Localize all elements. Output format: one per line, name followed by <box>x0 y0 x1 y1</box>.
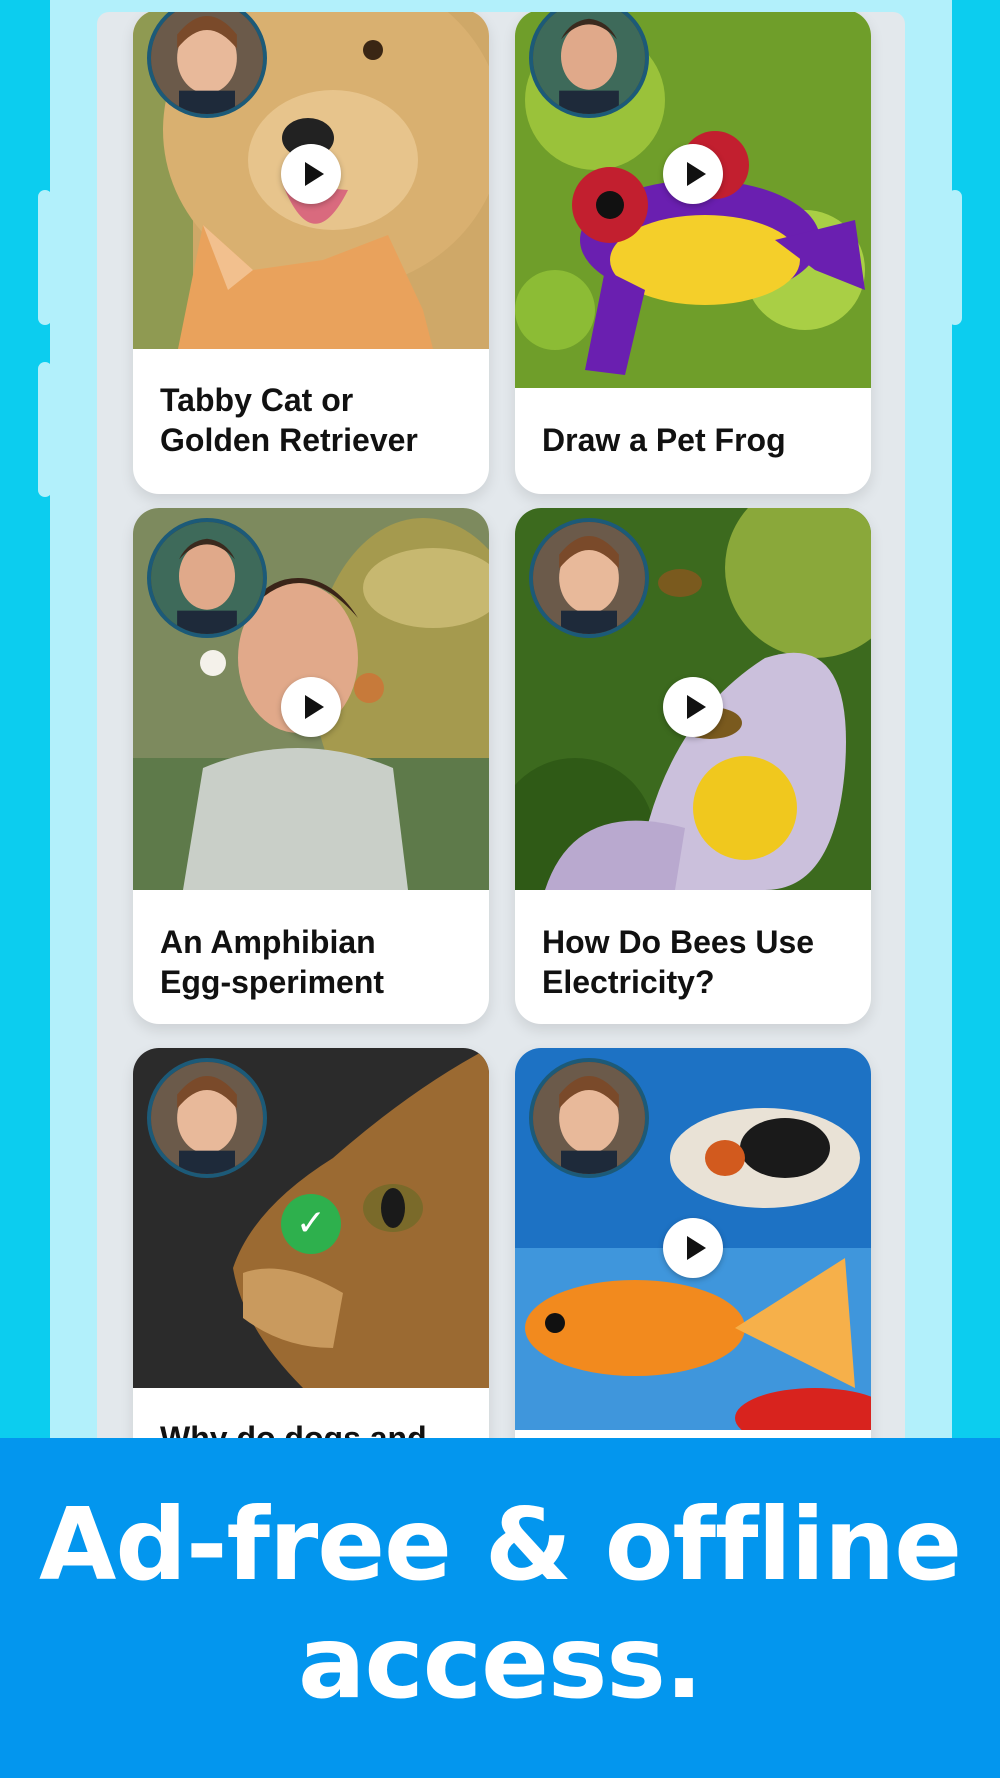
video-title: Draw a Pet Frog <box>542 422 786 458</box>
video-card[interactable]: An Amphibian Egg-speriment <box>133 508 489 1024</box>
video-grid-screen[interactable]: Tabby Cat or Golden Retriever Draw a Pet… <box>97 12 905 1472</box>
video-thumbnail[interactable] <box>133 508 489 890</box>
video-title: Tabby Cat or Golden Retriever <box>160 382 418 458</box>
presenter-avatar <box>147 518 267 638</box>
checkmark-icon[interactable]: ✓ <box>281 1194 341 1254</box>
presenter-avatar <box>529 1058 649 1178</box>
video-thumbnail[interactable] <box>515 1048 871 1430</box>
device-side-button <box>948 190 962 325</box>
video-thumbnail[interactable]: ✓ <box>133 1048 489 1388</box>
device-side-button <box>38 190 52 325</box>
play-icon[interactable] <box>663 677 723 737</box>
video-card[interactable] <box>515 1048 871 1472</box>
promo-banner: Ad-free & offline access. <box>0 1438 1000 1778</box>
video-card[interactable]: Tabby Cat or Golden Retriever <box>133 12 489 494</box>
play-icon[interactable] <box>663 144 723 204</box>
video-card[interactable]: ✓ Why do dogs and <box>133 1048 489 1472</box>
video-thumbnail[interactable] <box>515 508 871 890</box>
video-title: How Do Bees Use Electricity? <box>542 924 815 1000</box>
presenter-avatar <box>147 1058 267 1178</box>
promo-headline: Ad-free & offline access. <box>38 1486 962 1721</box>
video-card[interactable]: Draw a Pet Frog <box>515 12 871 494</box>
video-thumbnail[interactable] <box>133 12 489 349</box>
presenter-avatar <box>529 518 649 638</box>
play-icon[interactable] <box>281 144 341 204</box>
video-thumbnail[interactable] <box>515 12 871 388</box>
play-icon[interactable] <box>281 677 341 737</box>
device-side-button <box>38 362 52 497</box>
play-icon[interactable] <box>663 1218 723 1278</box>
video-title: An Amphibian Egg-speriment <box>160 924 385 1000</box>
video-card[interactable]: How Do Bees Use Electricity? <box>515 508 871 1024</box>
